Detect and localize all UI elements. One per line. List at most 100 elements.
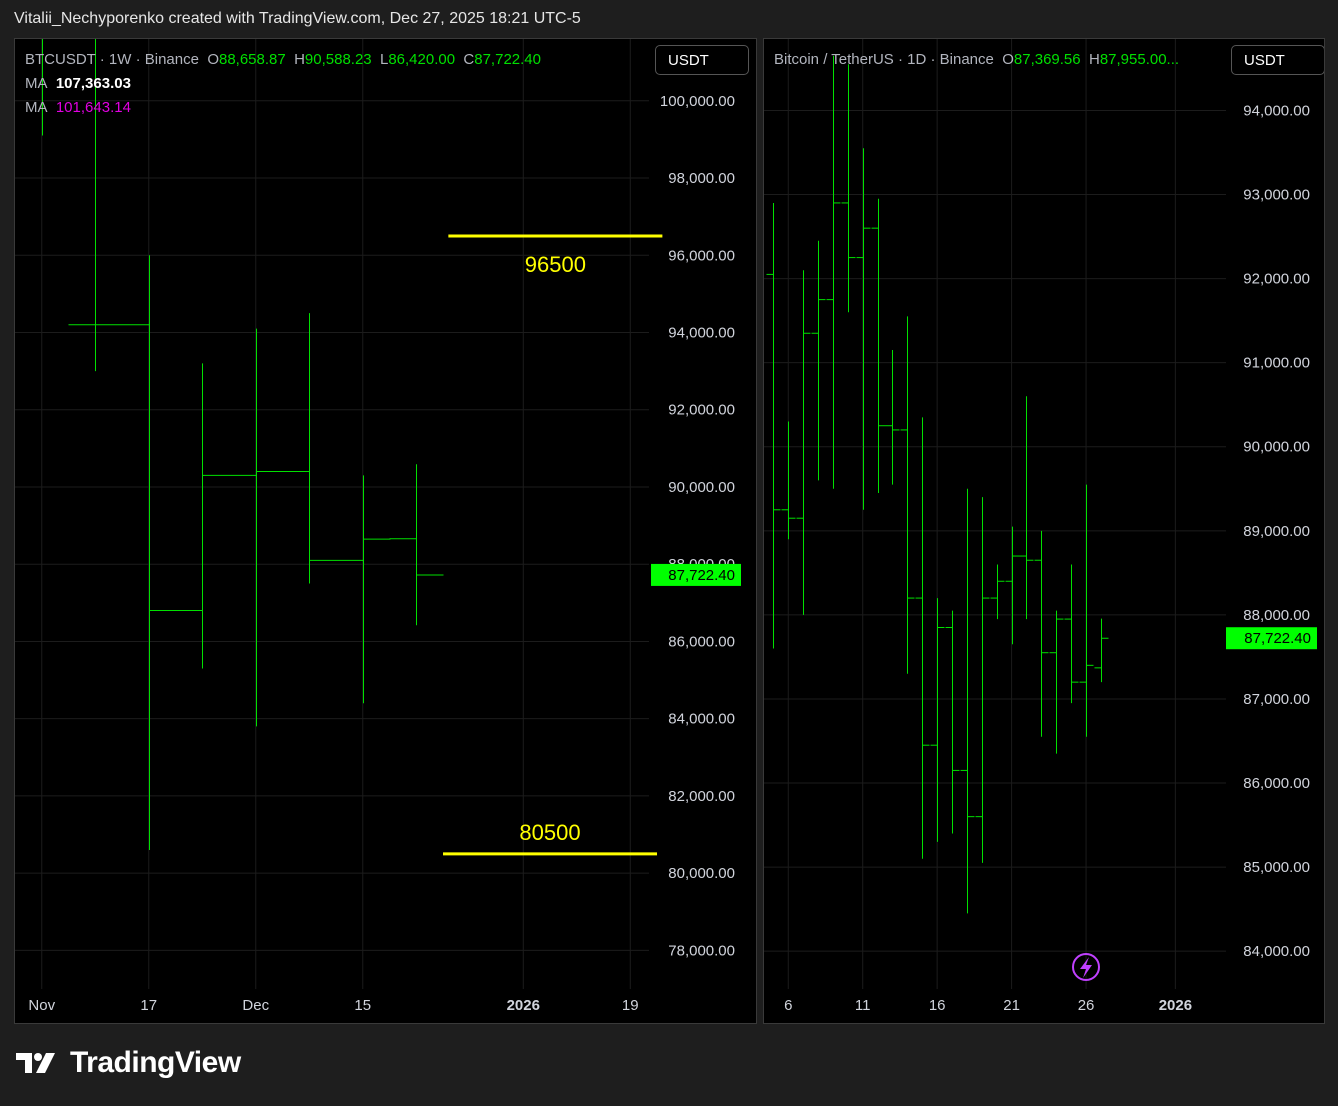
ohlc-bar xyxy=(900,316,915,674)
ohlc-bar xyxy=(930,598,945,842)
ohlc-bar xyxy=(175,363,230,669)
weekly-chart-svg[interactable]: 96500 80500 78,000.00 80,000.00 82,000.00 84,… xyxy=(15,39,757,1024)
ohlc-bar xyxy=(915,417,930,859)
ohlc-bar xyxy=(781,421,796,540)
x-tick-label: 15 xyxy=(354,997,371,1014)
ohlc-bar xyxy=(282,313,337,584)
close-label: C xyxy=(463,51,475,68)
exchange: Binance xyxy=(144,51,199,68)
ohlc-bar xyxy=(1049,610,1064,754)
level-label-96500: 96500 xyxy=(525,252,586,277)
open-value: 88,658.87 xyxy=(218,51,286,68)
ohlc-bar xyxy=(389,464,444,626)
close-value: 87,722.40 xyxy=(474,51,541,68)
ohlc-bar xyxy=(1019,396,1034,620)
ohlc-bar xyxy=(945,610,960,834)
last-price-label: 87,722.40 xyxy=(1244,630,1311,647)
ma-1-label: MA xyxy=(25,75,48,92)
y-tick-label: 90,000.00 xyxy=(668,479,735,496)
x-tick-label: 19 xyxy=(622,997,639,1014)
y-tick-label: 84,000.00 xyxy=(668,711,735,728)
x-tick-label: 21 xyxy=(1003,997,1020,1014)
ohlc-bar xyxy=(990,564,1005,620)
open-label: O xyxy=(1002,51,1014,68)
x-tick-label: 16 xyxy=(929,997,946,1014)
attribution: Vitalii_Nechyporenko created with Tradin… xyxy=(14,10,581,27)
interval[interactable]: 1W xyxy=(109,51,132,68)
y-tick-label: 85,000.00 xyxy=(1243,859,1310,876)
y-tick-label: 92,000.00 xyxy=(668,402,735,419)
ohlc-bar xyxy=(1094,618,1109,683)
x-tick-label: Dec xyxy=(242,997,269,1014)
y-tick-label: 78,000.00 xyxy=(668,942,735,959)
ma-2-label: MA xyxy=(25,99,48,116)
ma-1-value: 107,363.03 xyxy=(55,75,131,92)
x-tick-label: 6 xyxy=(784,997,792,1014)
y-tick-label: 94,000.00 xyxy=(1243,102,1310,119)
symbol[interactable]: Bitcoin / TetherUS xyxy=(774,51,894,68)
y-tick-label: 80,000.00 xyxy=(668,865,735,882)
daily-chart-svg[interactable]: 84,000.00 85,000.00 86,000.00 87,000.00 88,0… xyxy=(764,39,1325,1024)
daily-legend: Bitcoin / TetherUS · 1D · Binance O87,36… xyxy=(774,51,1180,68)
ohlc-bar xyxy=(1034,530,1049,737)
x-tick-label: 11 xyxy=(855,997,871,1014)
y-tick-label: 93,000.00 xyxy=(1243,187,1310,204)
interval[interactable]: 1D xyxy=(907,51,926,68)
ohlc-bar xyxy=(336,475,391,704)
x-tick-label: 2026 xyxy=(1159,997,1192,1014)
y-tick-label: 86,000.00 xyxy=(1243,775,1310,792)
y-tick-label: 89,000.00 xyxy=(1243,523,1310,540)
ohlc-bar xyxy=(826,55,841,489)
ohlc-bar xyxy=(811,240,826,481)
x-tick-label: 26 xyxy=(1078,997,1095,1014)
x-tick-label: 17 xyxy=(140,997,157,1014)
y-tick-label: 84,000.00 xyxy=(1243,943,1310,960)
tradingview-logo-icon xyxy=(16,1053,55,1073)
ma-2-row[interactable]: MA 101,643.14 xyxy=(25,99,541,123)
ohlc-bar xyxy=(960,488,975,914)
last-price-tag: 87,722.40 xyxy=(1226,627,1317,650)
ohlc-bar xyxy=(975,497,990,863)
ohlc-bar xyxy=(885,350,900,485)
y-tick-label: 91,000.00 xyxy=(1243,355,1310,372)
high-value: 87,955.00... xyxy=(1099,51,1180,68)
low-value: 86,420.00 xyxy=(388,51,456,68)
y-tick-label: 98,000.00 xyxy=(668,170,735,187)
open-label: O xyxy=(207,51,219,68)
x-tick-label: 2026 xyxy=(507,997,540,1014)
y-tick-label: 86,000.00 xyxy=(668,633,735,650)
weekly-legend: BTCUSDT · 1W · Binance O88,658.87 H90,58… xyxy=(25,51,541,123)
last-price-label: 87,722.40 xyxy=(668,567,735,584)
ohlc-bar xyxy=(1064,564,1079,704)
symbol[interactable]: BTCUSDT xyxy=(25,51,96,68)
high-value: 90,588.23 xyxy=(304,51,372,68)
currency-selector[interactable]: USDT xyxy=(655,45,749,75)
ohlc-bar xyxy=(229,328,284,727)
ohlc-bar xyxy=(871,198,886,493)
currency-selector[interactable]: USDT xyxy=(1231,45,1324,75)
y-tick-label: 96,000.00 xyxy=(668,247,735,264)
y-tick-label: 92,000.00 xyxy=(1243,271,1310,288)
y-tick-label: 88,000.00 xyxy=(1243,607,1310,624)
tradingview-logo[interactable]: TradingView xyxy=(16,1046,241,1080)
y-tick-label: 82,000.00 xyxy=(668,788,735,805)
last-price-tag: 87,722.40 xyxy=(651,563,741,586)
y-tick-label: 94,000.00 xyxy=(668,324,735,341)
ma-1-row[interactable]: MA 107,363.03 xyxy=(25,75,541,99)
y-tick-label: 100,000.00 xyxy=(660,93,735,110)
ohlc-bar xyxy=(1005,526,1020,645)
open-value: 87,369.56 xyxy=(1013,51,1081,68)
weekly-chart-panel[interactable]: 96500 80500 78,000.00 80,000.00 82,000.00 84,… xyxy=(14,38,757,1024)
y-tick-label: 87,000.00 xyxy=(1243,691,1310,708)
exchange: Binance xyxy=(939,51,994,68)
ohlc-bar xyxy=(766,202,781,649)
ma-2-value: 101,643.14 xyxy=(55,99,131,116)
ohlc-bar xyxy=(796,270,811,615)
high-label: H xyxy=(1088,51,1100,68)
brand-name: TradingView xyxy=(70,1046,241,1079)
x-tick-label: Nov xyxy=(28,997,55,1014)
y-tick-label: 90,000.00 xyxy=(1243,439,1310,456)
level-label-80500: 80500 xyxy=(519,820,580,845)
daily-chart-panel[interactable]: 84,000.00 85,000.00 86,000.00 87,000.00 88,0… xyxy=(763,38,1325,1024)
high-label: H xyxy=(294,51,305,68)
